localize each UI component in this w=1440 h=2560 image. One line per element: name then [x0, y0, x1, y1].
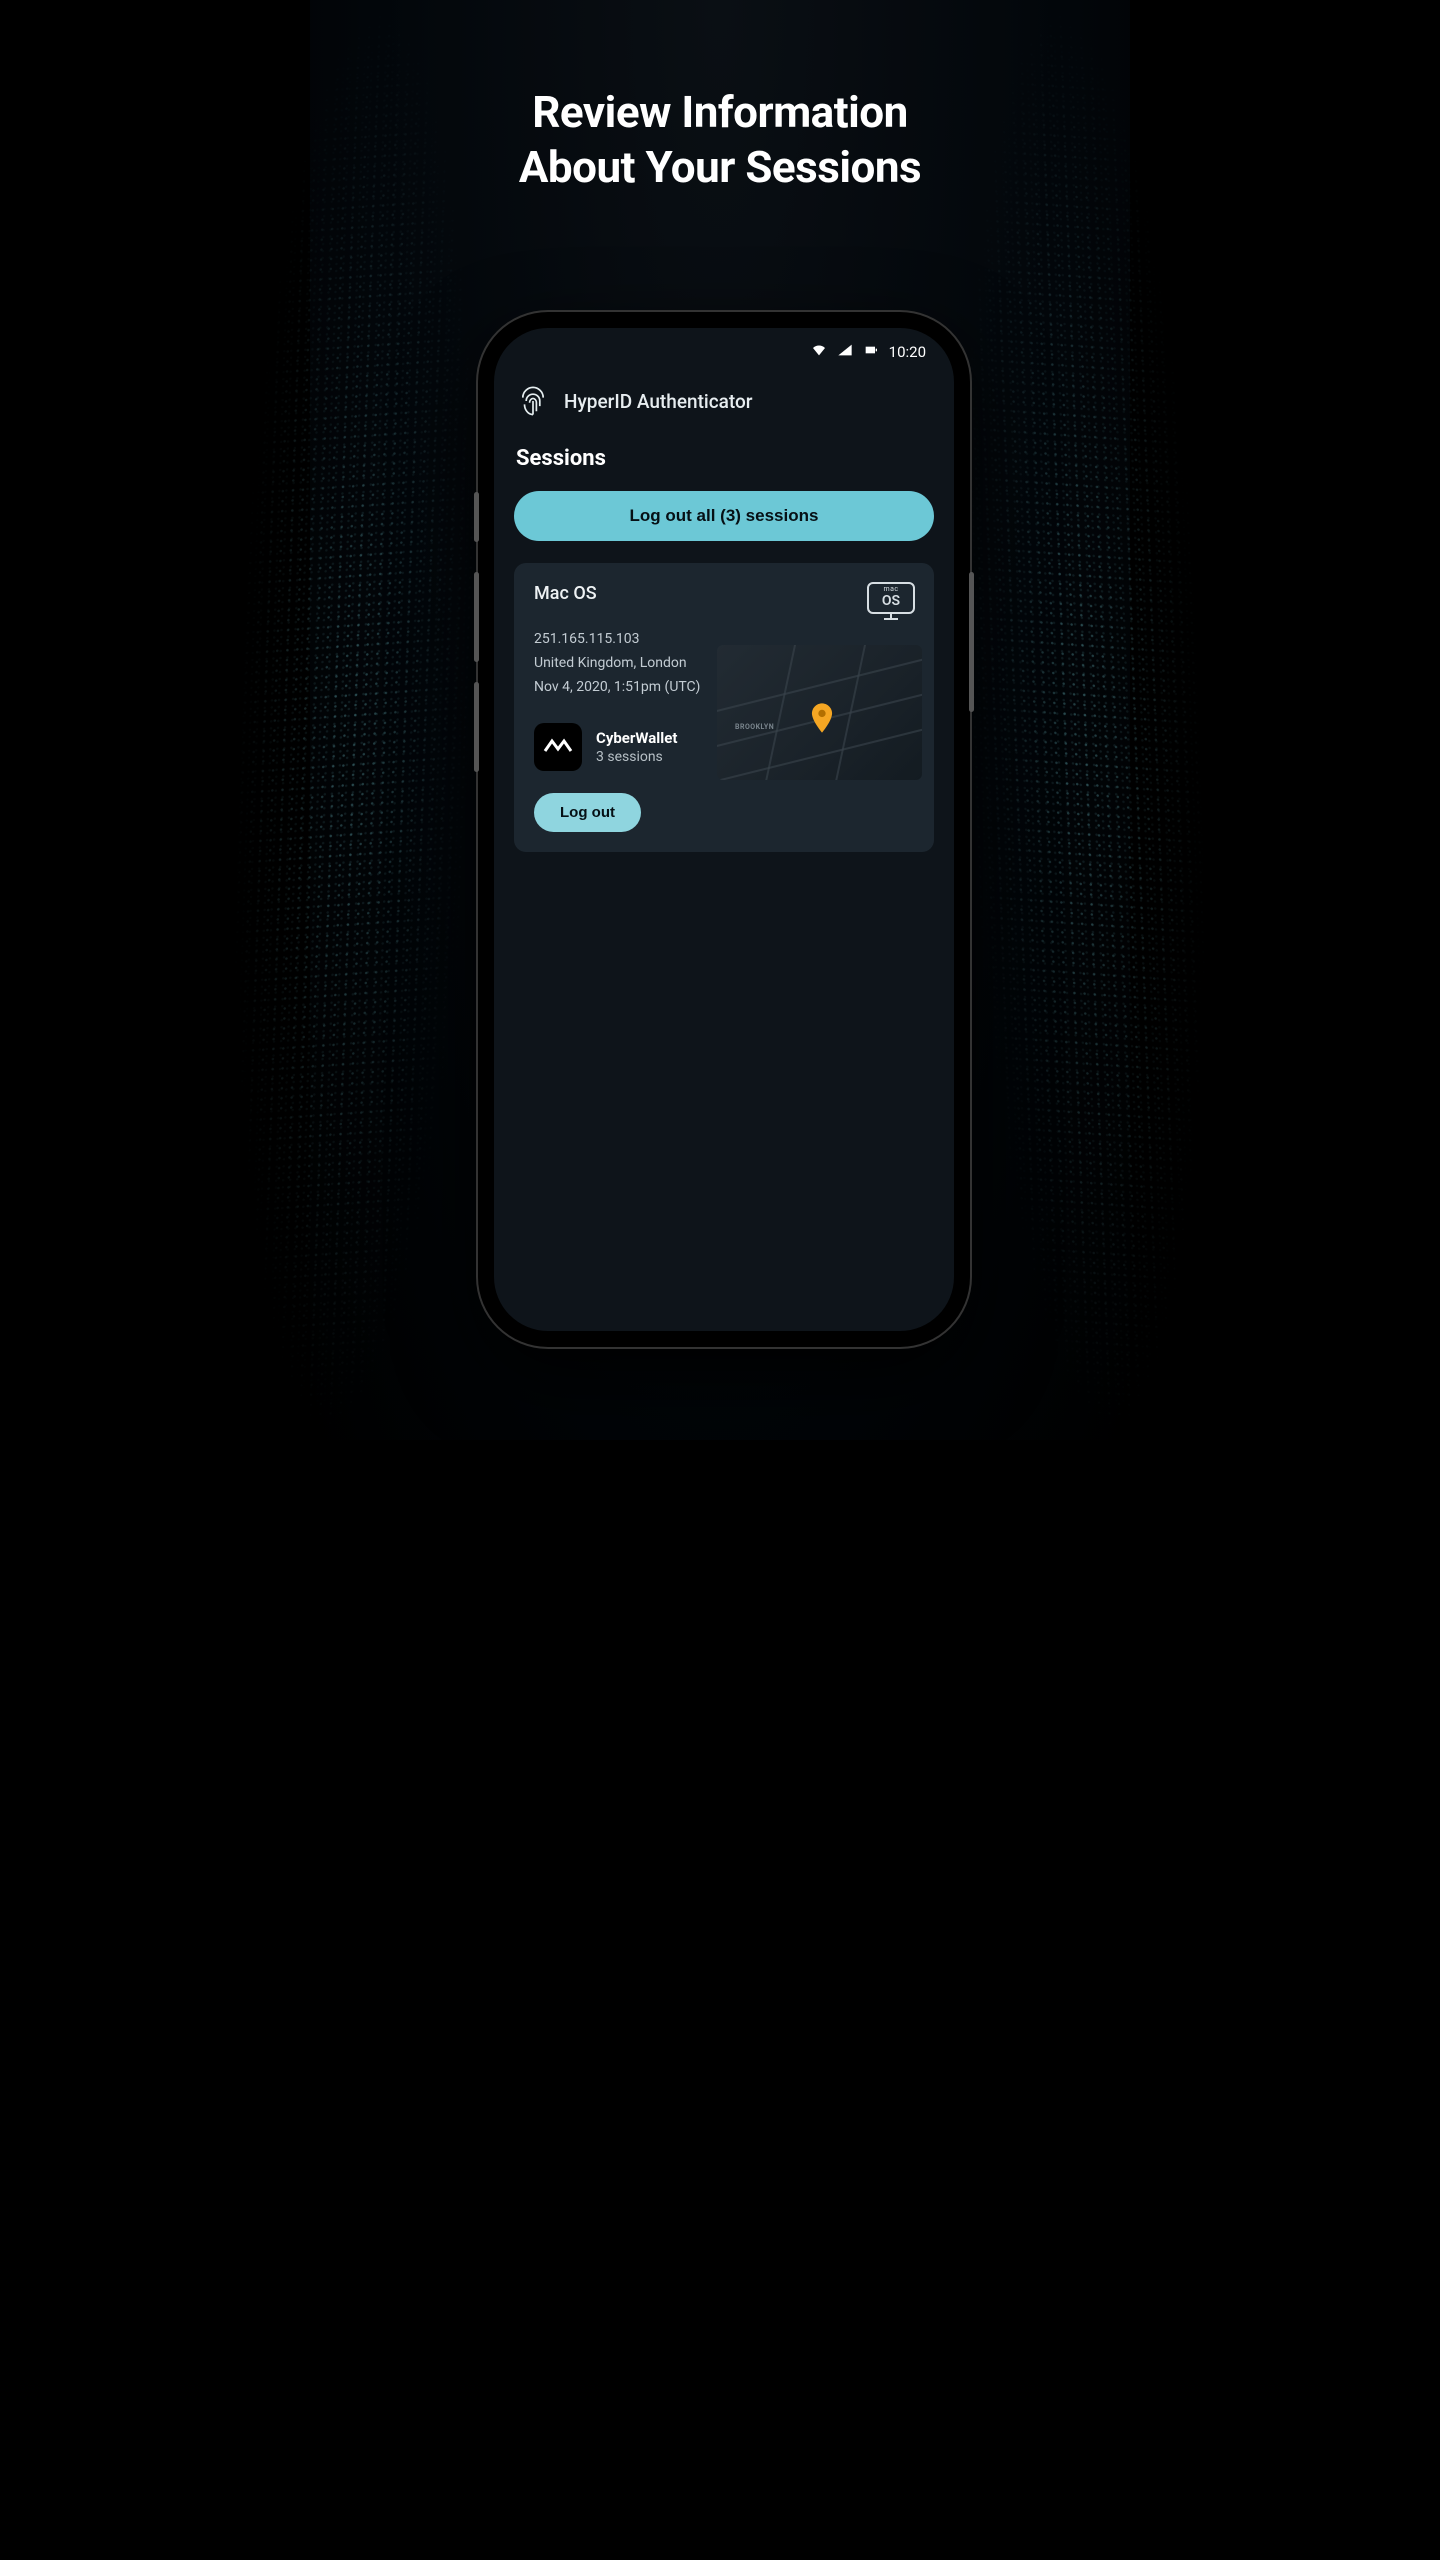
- os-badge-small: mac: [864, 585, 918, 593]
- headline-line-1: Review Information: [532, 86, 908, 138]
- wallet-name: CyberWallet: [596, 729, 677, 747]
- app-title: HyperID Authenticator: [564, 390, 753, 413]
- session-os: Mac OS: [534, 583, 914, 604]
- os-badge-big: OS: [864, 593, 918, 609]
- macos-icon: mac OS: [864, 579, 918, 623]
- marketing-headline: Review Information About Your Sessions: [310, 85, 1130, 195]
- phone-screen: 10:20 HyperID Authenticator Se: [494, 328, 954, 1331]
- session-map[interactable]: BROOKLYN: [717, 645, 922, 780]
- cellular-icon: [837, 342, 853, 362]
- app-header: HyperID Authenticator: [494, 370, 954, 426]
- status-bar: 10:20: [494, 334, 954, 370]
- map-area-label: BROOKLYN: [735, 723, 774, 731]
- headline-line-2: About Your Sessions: [519, 141, 921, 193]
- bg-wave-right: [934, 0, 1236, 1447]
- phone-frame: 10:20 HyperID Authenticator Se: [478, 312, 970, 1347]
- wallet-session-count: 3 sessions: [596, 749, 677, 765]
- battery-icon: [863, 342, 879, 362]
- wifi-icon: [811, 342, 827, 362]
- wallet-icon: [534, 723, 582, 771]
- logout-button[interactable]: Log out: [534, 793, 641, 832]
- bg-wave-left: [204, 0, 506, 1447]
- phone-power-button: [969, 572, 974, 712]
- logout-all-button[interactable]: Log out all (3) sessions: [514, 491, 934, 541]
- phone-volume-down: [474, 682, 479, 772]
- status-time: 10:20: [889, 343, 926, 361]
- phone-volume-up: [474, 572, 479, 662]
- map-pin-icon: [811, 703, 833, 733]
- fingerprint-icon: [516, 384, 550, 418]
- phone-side-button: [474, 492, 479, 542]
- section-title: Sessions: [494, 426, 954, 483]
- session-card: Mac OS mac OS 251.165.115.103: [514, 563, 934, 852]
